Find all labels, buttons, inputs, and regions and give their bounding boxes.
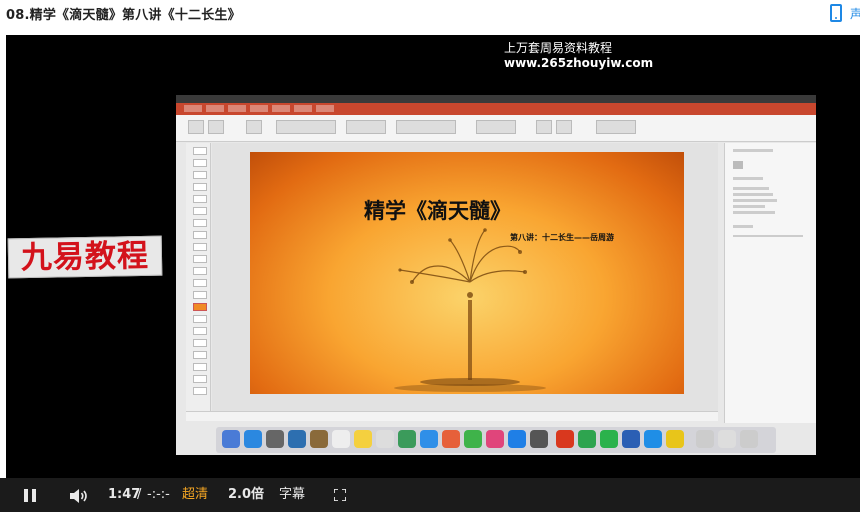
duration: -:-:- xyxy=(147,487,170,502)
slide-canvas: 精学《滴天髓》 第八讲：十二长生——岳周游 xyxy=(212,143,718,411)
speed-button[interactable]: 2.0倍 xyxy=(228,478,264,512)
water-splash-graphic xyxy=(394,228,546,392)
time-separator: / xyxy=(137,487,142,502)
watermark-line2: www.265zhouyiw.com xyxy=(504,56,654,70)
page-title: 08.精学《滴天髓》第八讲《十二长生》 xyxy=(6,8,241,23)
side-tab-audio[interactable]: 声 xyxy=(826,2,860,30)
page-header: 08.精学《滴天髓》第八讲《十二长生》 声 xyxy=(0,0,860,34)
mac-menubar xyxy=(176,95,816,103)
quality-button[interactable]: 超清 xyxy=(182,478,208,512)
watermark-line1: 上万套周易资料教程 xyxy=(504,41,613,55)
logo-text: 九易教程 xyxy=(20,237,150,277)
side-tab-label: 声 xyxy=(850,7,860,21)
phone-icon xyxy=(830,4,842,22)
volume-icon[interactable] xyxy=(69,489,89,503)
fullscreen-icon[interactable] xyxy=(334,489,346,501)
ppt-toolbar xyxy=(176,115,816,142)
mac-dock xyxy=(216,427,776,453)
ppt-status-bar xyxy=(186,411,718,421)
logo-badge: 九易教程 xyxy=(7,235,163,279)
slide-title: 精学《滴天髓》 xyxy=(364,198,511,223)
screen-recording: 精学《滴天髓》 第八讲：十二长生——岳周游 xyxy=(176,95,816,455)
format-background-panel xyxy=(724,143,816,423)
current-time: 1:47 xyxy=(108,487,141,502)
pause-icon[interactable] xyxy=(24,489,36,502)
slide-thumbnails xyxy=(186,143,211,411)
player-control-bar: 1:47 / -:-:- 超清 2.0倍 字幕 xyxy=(0,478,860,512)
ppt-ribbon xyxy=(176,103,816,115)
video-player[interactable]: 上万套周易资料教程 www.265zhouyiw.com 九易教程 精学《滴天髓… xyxy=(6,35,860,478)
subtitle-button[interactable]: 字幕 xyxy=(279,478,305,512)
slide: 精学《滴天髓》 第八讲：十二长生——岳周游 xyxy=(250,152,684,394)
